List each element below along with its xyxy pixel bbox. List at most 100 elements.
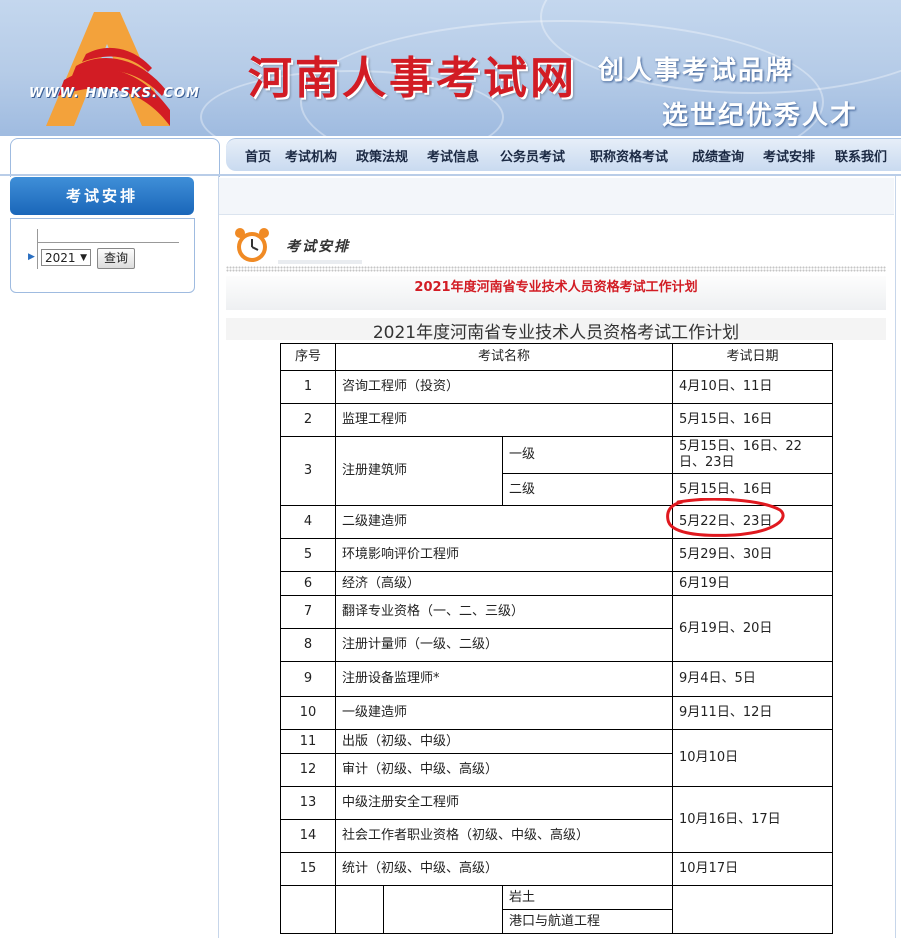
nav-item-title-exams[interactable]: 职称资格考试 — [590, 146, 668, 165]
exam-schedule-table: 序号 考试名称 考试日期 1 咨询工程师（投资） 4月10日、11日 2 监理工… — [280, 343, 833, 934]
header-banner: WWW. HNRSKS. COM 河南人事考试网 创人事考试品牌 选世纪优秀人才 — [0, 0, 901, 136]
row-seq: 13 — [280, 786, 336, 820]
row-name: 咨询工程师（投资） — [335, 370, 673, 404]
row-date: 9月4日、5日 — [672, 661, 833, 697]
row-name: 出版（初级、中级） — [335, 729, 673, 754]
row-name-detail — [383, 885, 503, 934]
query-button[interactable]: 查询 — [97, 248, 135, 269]
row-date: 5月15日、16日、22日、23日 — [672, 436, 833, 474]
section-heading: 考试安排 — [286, 239, 350, 255]
row-name: 注册建筑师 — [335, 436, 503, 506]
alarm-clock-icon — [235, 228, 269, 262]
row-date: 10月17日 — [672, 852, 833, 886]
row-date: 5月15日、16日 — [672, 403, 833, 437]
logo-url-text: WWW. HNRSKS. COM — [29, 86, 200, 101]
dotted-divider — [226, 266, 886, 272]
site-title: 河南人事考试网 — [248, 53, 577, 104]
row-name: 一级建造师 — [335, 696, 673, 730]
row-seq: 7 — [280, 595, 336, 629]
row-seq: 15 — [280, 852, 336, 886]
row-seq: 2 — [280, 403, 336, 437]
slogan-line-1: 创人事考试品牌 — [598, 56, 795, 86]
row-seq: 5 — [280, 538, 336, 572]
table-row: 11 出版（初级、中级） 10月10日 — [280, 729, 833, 787]
table-row: 2 监理工程师 5月15日、16日 — [280, 403, 833, 437]
year-select[interactable]: 2021 ▼ — [41, 249, 91, 266]
row-subcategory: 一级 — [502, 436, 673, 474]
notice-title[interactable]: 2021年度河南省专业技术人员资格考试工作计划 — [226, 276, 886, 310]
main-nav: 首页 考试机构 政策法规 考试信息 公务员考试 职称资格考试 成绩查询 考试安排… — [226, 138, 901, 171]
header-date: 考试日期 — [672, 343, 833, 371]
nav-item-exam-schedule[interactable]: 考试安排 — [763, 146, 815, 165]
row-seq: 6 — [280, 571, 336, 596]
row-seq: 11 — [280, 729, 336, 754]
row-date: 10月16日、17日 — [672, 786, 833, 853]
row-date: 6月19日 — [672, 571, 833, 596]
row-date: 10月10日 — [672, 729, 833, 787]
nav-left-panel — [10, 138, 220, 177]
arrow-right-icon: ▶ — [28, 252, 35, 262]
row-name: 中级注册安全工程师 — [335, 786, 673, 820]
heading-underline — [278, 260, 362, 264]
nav-item-home[interactable]: 首页 — [245, 146, 271, 165]
year-select-value: 2021 — [45, 251, 76, 265]
row-subcategory: 二级 — [502, 473, 673, 506]
row-seq: 4 — [280, 505, 336, 539]
nav-item-exam-info[interactable]: 考试信息 — [427, 146, 479, 165]
row-seq: 3 — [280, 436, 336, 506]
table-row: 10 一级建造师 9月11日、12日 — [280, 696, 833, 730]
chevron-down-icon: ▼ — [80, 253, 87, 263]
row-name: 统计（初级、中级、高级） — [335, 852, 673, 886]
site-logo-icon[interactable] — [42, 10, 172, 128]
sidebar-year-filter: ▶ 2021 ▼ 查询 — [10, 218, 195, 293]
row-name: 注册计量师（一级、二级） — [335, 628, 673, 662]
nav-item-contact[interactable]: 联系我们 — [835, 146, 887, 165]
header-name: 考试名称 — [335, 343, 673, 371]
table-title: 2021年度河南省专业技术人员资格考试工作计划 — [226, 318, 886, 343]
nav-item-policies[interactable]: 政策法规 — [356, 146, 408, 165]
content-top-strip — [219, 178, 894, 215]
row-seq: 14 — [280, 819, 336, 853]
row-subcategory: 港口与航道工程 — [502, 909, 673, 934]
row-date — [672, 885, 833, 934]
row-name — [335, 885, 384, 934]
row-name: 监理工程师 — [335, 403, 673, 437]
row-subcategory: 岩土 — [502, 885, 673, 910]
row-name: 社会工作者职业资格（初级、中级、高级） — [335, 819, 673, 853]
row-seq: 8 — [280, 628, 336, 662]
header-seq: 序号 — [280, 343, 336, 371]
sidebar-title: 考试安排 — [10, 177, 194, 215]
row-seq — [280, 885, 336, 934]
table-row: 岩土 — [280, 885, 833, 934]
table-row: 9 注册设备监理师* 9月4日、5日 — [280, 661, 833, 697]
highlight-circle — [666, 498, 785, 537]
row-seq: 1 — [280, 370, 336, 404]
row-name: 翻译专业资格（一、二、三级） — [335, 595, 673, 629]
row-date: 5月29日、30日 — [672, 538, 833, 572]
row-name: 环境影响评价工程师 — [335, 538, 673, 572]
row-seq: 9 — [280, 661, 336, 697]
row-seq: 12 — [280, 753, 336, 787]
row-name: 二级建造师 — [335, 505, 673, 539]
row-date: 6月19日、20日 — [672, 595, 833, 662]
table-row: 3 注册建筑师 一级 5月15日、16日、22日、23日 — [280, 436, 833, 506]
table-row: 5 环境影响评价工程师 5月29日、30日 — [280, 538, 833, 572]
table-row: 1 咨询工程师（投资） 4月10日、11日 — [280, 370, 833, 404]
row-name: 经济（高级） — [335, 571, 673, 596]
nav-item-score-query[interactable]: 成绩查询 — [692, 146, 744, 165]
slogan-line-2: 选世纪优秀人才 — [662, 101, 859, 131]
table-row: 15 统计（初级、中级、高级） 10月17日 — [280, 852, 833, 886]
table-row: 7 翻译专业资格（一、二、三级） 6月19日、20日 — [280, 595, 833, 662]
table-header-row: 序号 考试名称 考试日期 — [280, 343, 833, 371]
table-row: 13 中级注册安全工程师 10月16日、17日 — [280, 786, 833, 853]
divider — [37, 242, 179, 243]
row-date: 4月10日、11日 — [672, 370, 833, 404]
nav-item-civil-service[interactable]: 公务员考试 — [500, 146, 565, 165]
row-date: 9月11日、12日 — [672, 696, 833, 730]
row-name: 注册设备监理师* — [335, 661, 673, 697]
row-name: 审计（初级、中级、高级） — [335, 753, 673, 787]
table-row: 6 经济（高级） 6月19日 — [280, 571, 833, 596]
nav-item-agencies[interactable]: 考试机构 — [285, 146, 337, 165]
divider — [37, 229, 38, 269]
row-seq: 10 — [280, 696, 336, 730]
